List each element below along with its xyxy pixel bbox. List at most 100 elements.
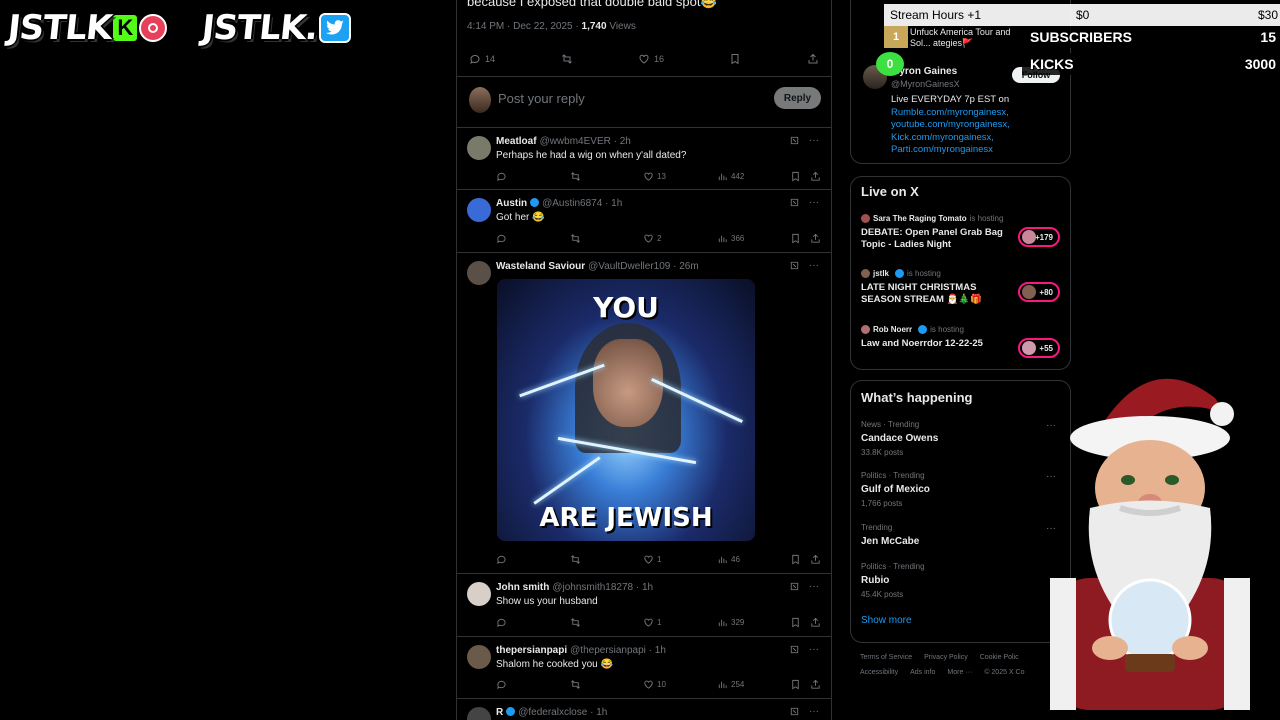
tweet-header: thepersianpapi @thepersianpapi · 1h	[496, 645, 666, 656]
reply-action[interactable]: 14	[469, 53, 495, 65]
tweet-item[interactable]: thepersianpapi @thepersianpapi · 1h ··· S…	[457, 637, 831, 699]
bio-link-parti[interactable]: Parti.com/myrongainesx	[891, 144, 1010, 157]
grok-icon[interactable]	[789, 260, 800, 271]
repost-action[interactable]	[561, 53, 573, 65]
share-action[interactable]	[810, 233, 821, 244]
more-icon[interactable]: ···	[809, 197, 819, 208]
share-action[interactable]	[810, 679, 821, 690]
avatar[interactable]	[467, 136, 491, 160]
tweet-author-name[interactable]: Meatloaf	[496, 136, 537, 147]
more-icon[interactable]: ···	[809, 581, 819, 592]
avatar	[861, 325, 870, 334]
tweet-author-handle: @wwbm4EVER · 2h	[539, 136, 631, 147]
bookmark-action[interactable]	[790, 679, 801, 690]
more-icon[interactable]: ···	[809, 135, 819, 146]
repost-action[interactable]	[570, 171, 581, 182]
reply-action[interactable]	[496, 171, 507, 182]
like-action[interactable]: 2	[643, 233, 661, 244]
kicks-label: KICKS	[1030, 56, 1074, 72]
bookmark-icon	[731, 54, 739, 65]
views-action[interactable]: 46	[717, 554, 740, 565]
tweet-author-name[interactable]: John smith	[496, 582, 549, 593]
more-icon[interactable]: ···	[809, 644, 819, 655]
like-count: 13	[657, 171, 666, 181]
tweet-author-name[interactable]: thepersianpapi	[496, 645, 567, 656]
bookmark-action[interactable]	[790, 617, 801, 628]
like-action[interactable]: 1	[643, 617, 661, 628]
repost-action[interactable]	[570, 233, 581, 244]
live-on-x-card: Live on X Sara The Raging Tomato is host…	[850, 176, 1071, 370]
footer-link-privacy[interactable]: Privacy Policy	[924, 654, 968, 661]
tweet-author-name[interactable]: Wasteland Saviour	[496, 261, 585, 272]
follow-suggestion-handle: @MyronGainesX	[891, 79, 960, 89]
repost-action[interactable]	[570, 554, 581, 565]
share-icon	[808, 53, 818, 64]
like-action[interactable]: 10	[643, 679, 666, 690]
reply-action[interactable]	[496, 617, 507, 628]
grok-icon[interactable]	[789, 706, 800, 717]
reply-action[interactable]	[496, 233, 507, 244]
like-action[interactable]: 1	[643, 554, 661, 565]
footer-link-terms[interactable]: Terms of Service	[860, 654, 912, 661]
tweet-author-name[interactable]: R	[496, 707, 503, 718]
share-action[interactable]	[810, 617, 821, 628]
avatar[interactable]	[467, 707, 491, 720]
avatar[interactable]	[467, 645, 491, 669]
tweet-actions: 2 366	[496, 231, 821, 245]
tweet-item[interactable]: R @federalxclose · 1h ···	[457, 699, 831, 720]
show-more-link[interactable]: Show more	[861, 615, 912, 626]
bookmark-action[interactable]	[790, 233, 801, 244]
heart-icon	[644, 555, 653, 564]
share-action[interactable]	[807, 53, 819, 65]
live-space-item[interactable]: Sara The Raging Tomato is hosting DEBATE…	[861, 214, 1060, 262]
verified-icon	[918, 325, 928, 334]
avatar[interactable]	[467, 198, 491, 222]
bookmark-action[interactable]	[790, 554, 801, 565]
bookmark-action[interactable]	[729, 53, 741, 65]
grok-icon[interactable]	[789, 581, 800, 592]
listener-count: +55	[1039, 343, 1053, 353]
footer-copyright: © 2025 X Co	[984, 669, 1025, 676]
footer-link-cookie[interactable]: Cookie Polic	[980, 654, 1019, 661]
views-action[interactable]: 254	[717, 679, 744, 690]
live-host: Rob Noerr is hosting	[861, 325, 1060, 334]
twitter-brand-logo: JSTLK.	[200, 8, 352, 48]
like-action[interactable]: 13	[643, 171, 666, 182]
tweet-actions: 1 329	[496, 615, 821, 629]
tweet-item[interactable]: John smith @johnsmith18278 · 1h ··· Show …	[457, 574, 831, 637]
avatar[interactable]	[467, 261, 491, 285]
live-space-item[interactable]: jstlk is hosting LATE NIGHT CHRISTMAS SE…	[861, 269, 1060, 317]
share-action[interactable]	[810, 171, 821, 182]
reply-action[interactable]	[496, 554, 507, 565]
bookmark-action[interactable]	[790, 171, 801, 182]
kick-icon: K	[113, 15, 138, 41]
grok-icon[interactable]	[789, 135, 800, 146]
bio-link-youtube[interactable]: youtube.com/myrongainesx,	[891, 119, 1010, 132]
more-icon[interactable]: ···	[809, 260, 819, 271]
share-action[interactable]	[810, 554, 821, 565]
tweet-item[interactable]: Meatloaf @wwbm4EVER · 2h ··· Perhaps he h…	[457, 128, 831, 190]
bio-link-rumble[interactable]: Rumble.com/myrongainesx,	[891, 107, 1010, 120]
repost-action[interactable]	[570, 617, 581, 628]
bio-link-kick[interactable]: Kick.com/myrongainesx,	[891, 132, 1010, 145]
more-icon[interactable]: ···	[809, 706, 819, 717]
grok-icon[interactable]	[789, 197, 800, 208]
grok-icon[interactable]	[789, 644, 800, 655]
reply-input[interactable]: Post your reply	[498, 91, 585, 106]
views-action[interactable]: 366	[717, 233, 744, 244]
avatar[interactable]	[467, 582, 491, 606]
views-action[interactable]: 442	[717, 171, 744, 182]
tweet-item[interactable]: Wasteland Saviour @VaultDweller109 · 26m …	[457, 253, 831, 574]
repost-action[interactable]	[570, 679, 581, 690]
bookmark-icon	[792, 679, 799, 689]
footer-link-ads[interactable]: Ads info	[910, 669, 935, 676]
like-action[interactable]: 16	[638, 53, 664, 65]
tweet-item[interactable]: Austin @Austin6874 · 1h ··· Got her 😂 2 3…	[457, 190, 831, 253]
reply-action[interactable]	[496, 679, 507, 690]
footer-link-more[interactable]: More ···	[947, 669, 972, 676]
meme-image[interactable]: YOU ARE JEWISH	[497, 279, 755, 541]
footer-link-accessibility[interactable]: Accessibility	[860, 669, 898, 676]
tweet-author-name[interactable]: Austin	[496, 198, 527, 209]
views-action[interactable]: 329	[717, 617, 744, 628]
reply-button[interactable]: Reply	[774, 87, 821, 109]
